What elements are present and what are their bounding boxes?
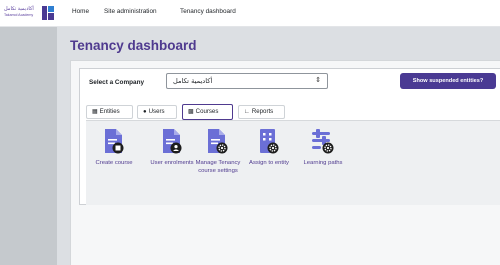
- nav-tenancy-dashboard-link[interactable]: Tenancy dashboard: [180, 8, 236, 15]
- building-icon: ▦: [92, 109, 98, 115]
- building-gear-icon: [260, 129, 279, 154]
- logo-arabic-text: أكاديمية تكامل: [4, 6, 34, 12]
- logo-mark-icon: [42, 6, 54, 20]
- user-enrolments-action[interactable]: User enrolments: [149, 128, 195, 167]
- show-suspended-entities-button[interactable]: Show suspended entities?: [400, 73, 496, 89]
- tab-users-label: Users: [148, 108, 165, 115]
- learning-paths-label: Learning paths: [303, 160, 343, 166]
- tab-users[interactable]: ● Users: [137, 105, 177, 119]
- company-select-label: Select a Company: [89, 79, 145, 86]
- manage-tenancy-course-settings-label: Manage Tenancy course settings: [195, 160, 241, 174]
- assign-to-entity-action[interactable]: Assign to entity: [246, 128, 292, 167]
- tab-courses[interactable]: ▩ Courses: [182, 104, 233, 120]
- file-user-icon: [163, 129, 182, 154]
- user-icon: ●: [143, 109, 147, 115]
- assign-to-entity-label: Assign to entity: [249, 160, 289, 166]
- nav-home-link[interactable]: Home: [72, 8, 89, 15]
- company-select[interactable]: أكاديمية تكامل ⇕: [166, 73, 328, 89]
- chart-icon: ∟: [244, 109, 250, 115]
- brand-logo[interactable]: أكاديمية تكامل Takamol Academy: [4, 6, 56, 21]
- tab-reports-label: Reports: [251, 108, 274, 115]
- create-course-action[interactable]: Create course: [91, 128, 137, 167]
- tab-entities[interactable]: ▦ Entities: [86, 105, 133, 119]
- learning-paths-action[interactable]: Learning paths: [300, 128, 346, 167]
- page-title: Tenancy dashboard: [70, 38, 197, 53]
- tab-entities-label: Entities: [99, 108, 120, 115]
- book-icon: ▩: [188, 109, 194, 115]
- logo-english-text: Takamol Academy: [4, 13, 34, 17]
- company-select-value: أكاديمية تكامل: [173, 77, 213, 85]
- create-course-label: Create course: [95, 160, 133, 166]
- tab-reports[interactable]: ∟ Reports: [238, 105, 285, 119]
- path-gear-icon: [312, 129, 334, 154]
- left-drawer: [0, 27, 57, 265]
- file-gear-icon: [208, 129, 228, 154]
- nav-site-administration-link[interactable]: Site administration: [104, 8, 157, 15]
- file-add-icon: [105, 129, 124, 154]
- tab-courses-label: Courses: [195, 108, 219, 115]
- manage-tenancy-course-settings-action[interactable]: Manage Tenancy course settings: [195, 128, 241, 175]
- top-navbar: أكاديمية تكامل Takamol Academy Home Site…: [0, 0, 500, 27]
- updown-caret-icon: ⇕: [315, 77, 321, 84]
- user-enrolments-label: User enrolments: [150, 160, 194, 166]
